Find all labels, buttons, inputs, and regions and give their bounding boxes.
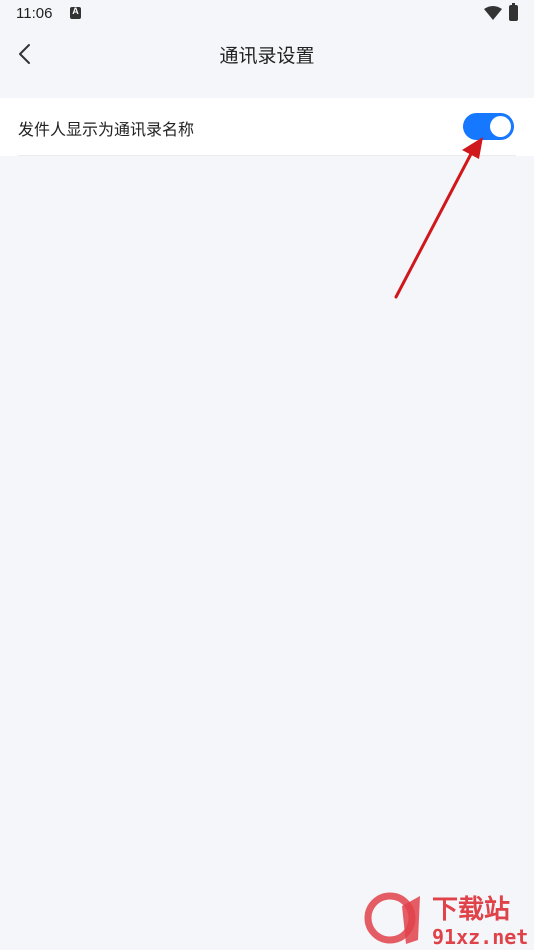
- annotation-arrow: [394, 137, 483, 299]
- svg-text:下载站: 下载站: [432, 895, 510, 925]
- watermark-logo: 下载站 91xz.net: [364, 892, 528, 949]
- svg-text:91xz.net: 91xz.net: [432, 925, 528, 949]
